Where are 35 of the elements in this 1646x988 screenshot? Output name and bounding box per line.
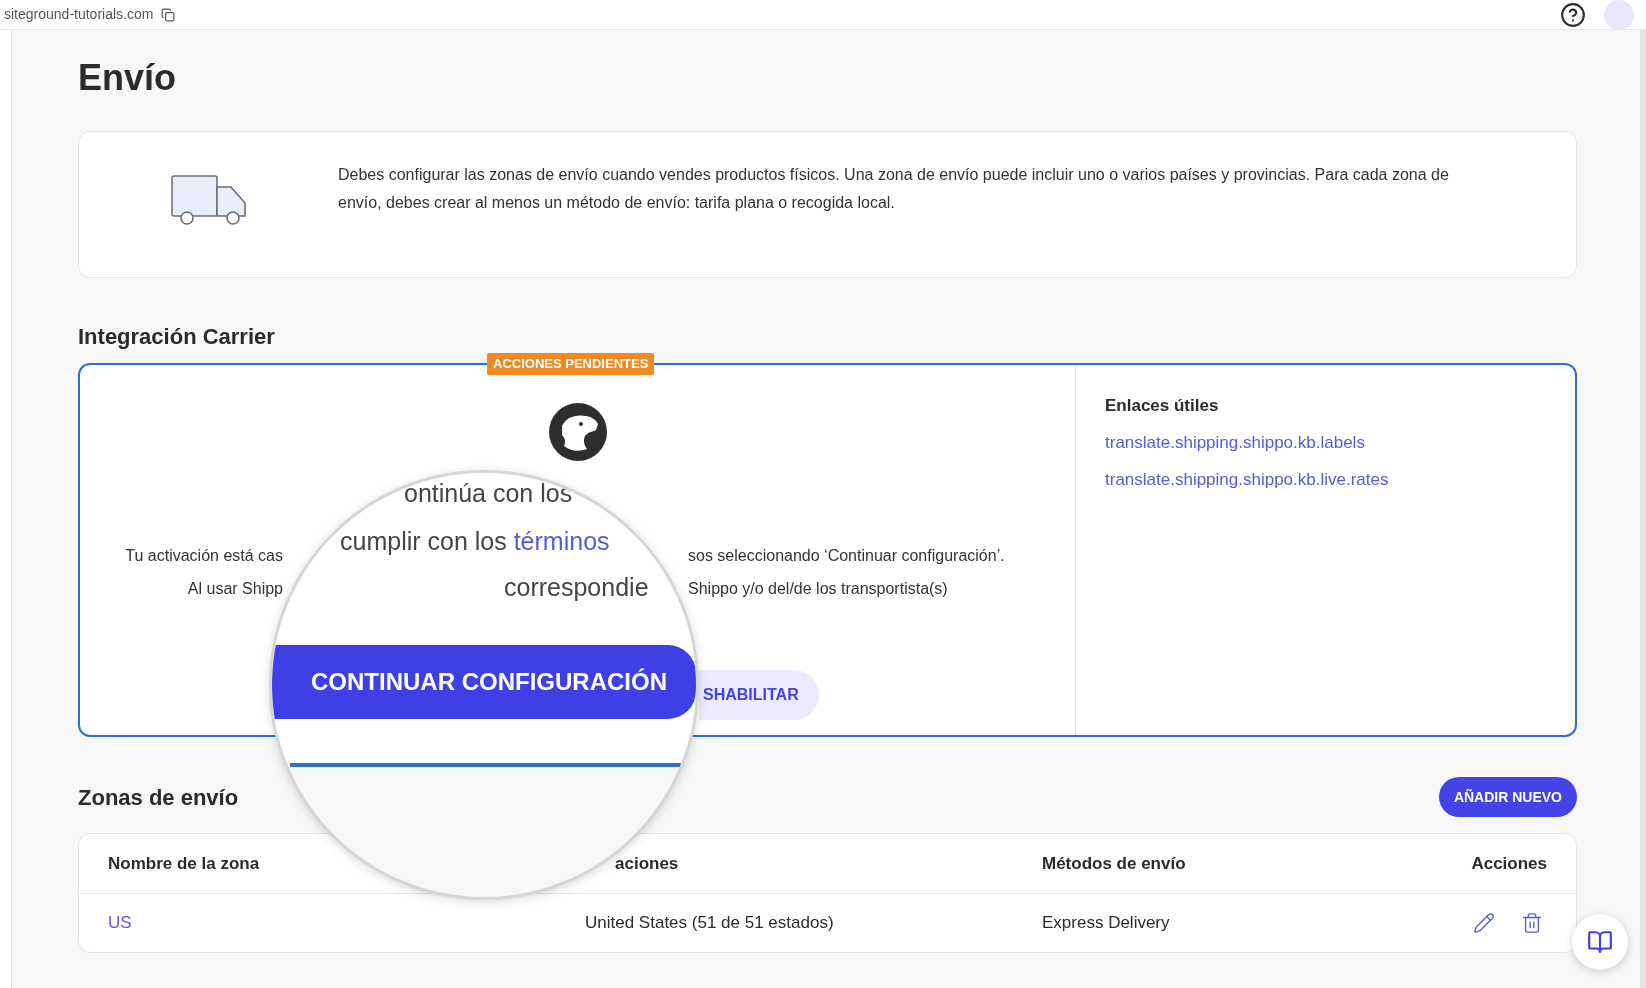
- continue-setup-button[interactable]: CONTINUAR CONFIGURACIÓN: [272, 645, 696, 719]
- zone-link[interactable]: US: [108, 913, 132, 933]
- copy-icon[interactable]: [161, 7, 176, 22]
- edit-icon[interactable]: [1473, 912, 1495, 934]
- page-title: Envío: [78, 56, 177, 100]
- table-cell: Express Delivery: [1042, 913, 1170, 933]
- disable-button[interactable]: SHABILITAR: [699, 670, 819, 720]
- section-title: Integración Carrier: [78, 324, 276, 350]
- delete-icon[interactable]: [1521, 912, 1543, 934]
- terms-link[interactable]: términos: [513, 527, 610, 555]
- activation-text: Shippo y/o del/de los transportista(s): [688, 579, 948, 599]
- scrollbar[interactable]: [1640, 30, 1646, 988]
- pending-badge: ACCIONES PENDIENTES: [487, 353, 655, 375]
- column-header: aciones: [614, 853, 679, 873]
- section-title: Zonas de envío: [78, 783, 239, 812]
- magnified-text: cumplir con los términos: [340, 526, 610, 557]
- links-title: Enlaces útiles: [1105, 395, 1220, 417]
- help-icon[interactable]: [1560, 1, 1586, 28]
- activation-text: sos seleccionando ‘Continuar configuración’.: [688, 546, 1005, 566]
- book-icon: [1587, 929, 1613, 955]
- info-text: Debes configurar las zonas de envío cuando vendes productos físicos. Una zona de envío puede incluir uno o varios países y provincias. Para cada zona de envío, debes crear al menos un método de envío: tarifa plana o recogida local.: [338, 165, 1450, 213]
- column-header: Acciones: [1471, 853, 1547, 873]
- help-book-button[interactable]: [1572, 914, 1628, 970]
- column-header: Nombre de la zona: [108, 853, 260, 873]
- help-link[interactable]: translate.shipping.shippo.kb.live.rates: [1105, 469, 1575, 491]
- table-cell: United States (51 de 51 estados): [585, 913, 834, 933]
- column-header: Métodos de envío: [1042, 853, 1186, 873]
- magnified-text: correspondie: [504, 572, 649, 603]
- help-link[interactable]: translate.shipping.shippo.kb.labels: [1105, 432, 1575, 454]
- activation-text: Al usar Shipp: [186, 579, 283, 599]
- site-address[interactable]: siteground-tutorials.com: [4, 4, 154, 25]
- add-new-button[interactable]: AÑADIR NUEVO: [1438, 777, 1577, 817]
- logo-icon: [547, 402, 608, 462]
- truck-icon: [171, 175, 247, 227]
- activation-text: Tu activación está cas: [124, 546, 283, 566]
